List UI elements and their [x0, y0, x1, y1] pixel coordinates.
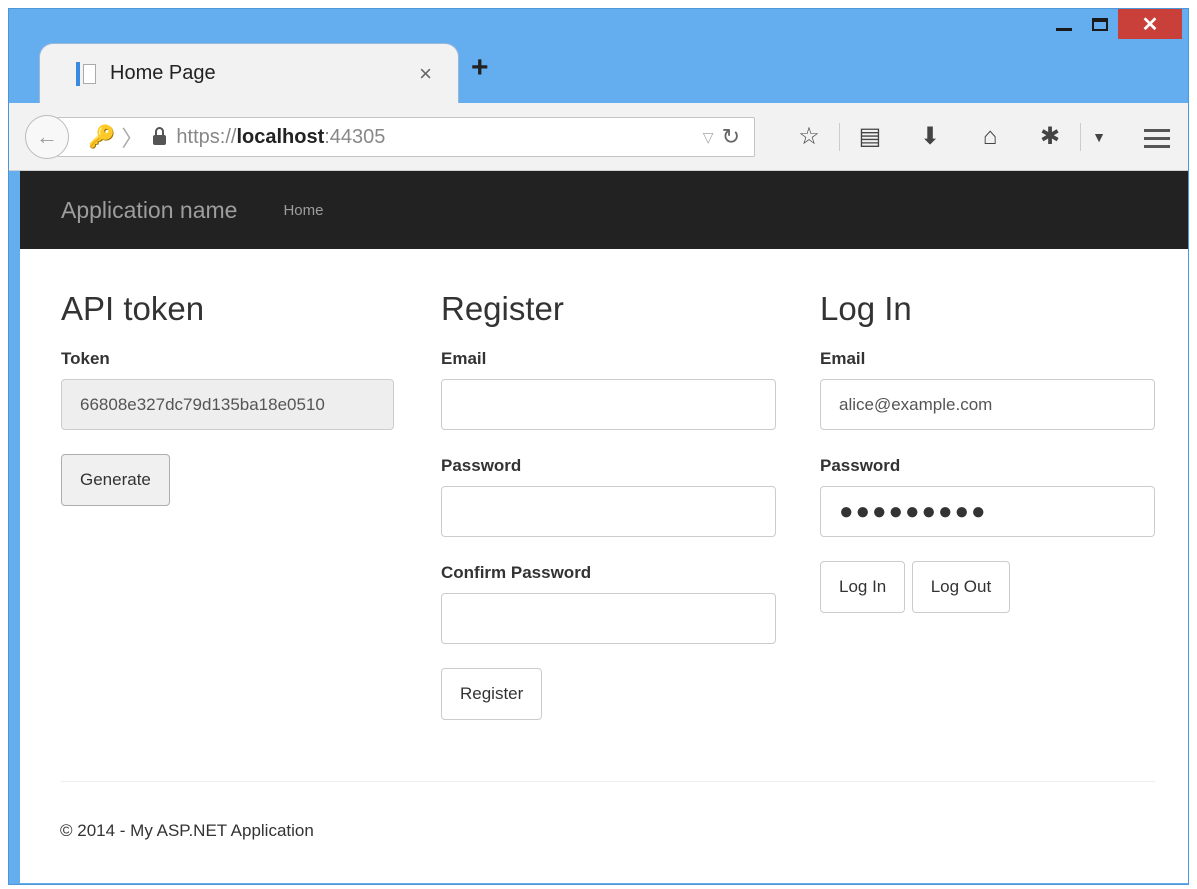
url-text[interactable]: https://localhost:44305 [176, 126, 702, 149]
back-button[interactable]: ← [25, 115, 69, 159]
api-token-heading: API token [61, 290, 205, 327]
footer-text: © 2014 - My ASP.NET Application [60, 821, 314, 840]
web-page: Application name Home API token Token 66… [20, 171, 1188, 883]
login-password-label: Password [820, 456, 901, 475]
home-icon[interactable]: ⌂ [960, 119, 1020, 155]
minimize-icon [1056, 27, 1072, 31]
tab-close-icon[interactable]: × [419, 61, 432, 87]
login-heading: Log In [820, 290, 912, 327]
register-password-field[interactable] [441, 486, 776, 537]
register-heading: Register [441, 290, 564, 327]
register-button[interactable]: Register [441, 668, 543, 720]
register-section: Register Email Password Confirm Password… [441, 289, 776, 720]
footer-divider [61, 781, 1155, 782]
maximize-icon [1092, 17, 1108, 31]
tab-title: Home Page [110, 62, 216, 84]
login-section: Log In Email alice@example.com Password … [820, 289, 1155, 613]
register-email-field[interactable] [441, 379, 776, 430]
close-window-button[interactable]: ✕ [1118, 9, 1182, 39]
brand-link[interactable]: Application name [61, 197, 237, 224]
bookmark-star-icon[interactable]: ☆ [779, 119, 839, 155]
browser-tab[interactable]: Home Page × [39, 43, 459, 103]
toolbar-icons: ☆ ▤ ⬇ ⌂ ✱ ▼ [779, 119, 1117, 155]
download-icon[interactable]: ⬇ [900, 119, 960, 155]
site-navbar: Application name Home [20, 171, 1188, 249]
key-icon[interactable]: 🔑 [88, 124, 115, 150]
login-button[interactable]: Log In [820, 561, 906, 613]
new-tab-button[interactable]: + [471, 53, 489, 83]
confirm-password-label: Confirm Password [441, 563, 592, 582]
login-email-field[interactable]: alice@example.com [820, 379, 1155, 430]
logout-button[interactable]: Log Out [911, 561, 1011, 613]
nav-link-home[interactable]: Home [283, 202, 323, 219]
generate-button[interactable]: Generate [61, 454, 170, 506]
page-favicon-icon [76, 61, 96, 86]
browser-window: ✕ Home Page × + 🔑 〉 https://localhost:44… [8, 8, 1189, 885]
login-email-label: Email [820, 349, 866, 368]
confirm-password-field[interactable] [441, 593, 776, 644]
url-bar[interactable]: 🔑 〉 https://localhost:44305 ▽ ↻ [57, 117, 755, 157]
minimize-button[interactable] [1046, 9, 1082, 39]
register-email-label: Email [441, 349, 487, 368]
window-controls: ✕ [1046, 9, 1182, 45]
api-token-section: API token Token 66808e327dc79d135ba18e05… [61, 289, 396, 506]
login-password-field[interactable]: ●●●●●●●●● [820, 486, 1155, 537]
maximize-button[interactable] [1082, 9, 1118, 39]
token-field[interactable]: 66808e327dc79d135ba18e0510 [61, 379, 394, 430]
identity-chevron-icon: 〉 [121, 126, 144, 151]
reload-icon[interactable]: ↻ [722, 124, 740, 150]
token-label: Token [61, 349, 110, 368]
extension-icon[interactable]: ✱ [1020, 119, 1080, 155]
browser-toolbar: 🔑 〉 https://localhost:44305 ▽ ↻ ← ☆ ▤ ⬇ … [9, 103, 1188, 171]
close-icon: ✕ [1141, 13, 1159, 36]
url-dropdown-icon[interactable]: ▽ [703, 129, 714, 146]
register-password-label: Password [441, 456, 522, 475]
reading-list-icon[interactable]: ▤ [840, 119, 900, 155]
lock-icon [153, 126, 167, 145]
extension-dropdown-icon[interactable]: ▼ [1081, 119, 1117, 155]
back-arrow-icon: ← [36, 124, 58, 149]
hamburger-menu-icon[interactable] [1144, 129, 1170, 153]
